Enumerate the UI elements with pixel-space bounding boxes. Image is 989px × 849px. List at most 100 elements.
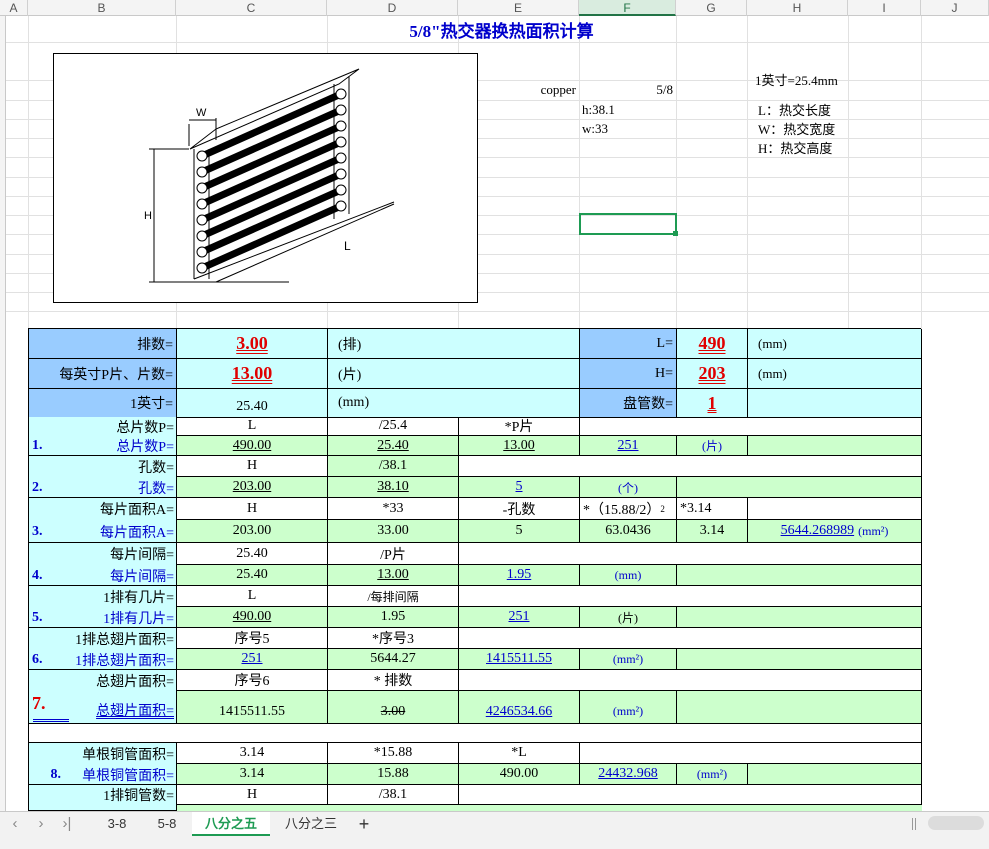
step4-formula-label[interactable]: 每片间隔= <box>29 543 177 565</box>
step5-result[interactable]: 251 <box>459 607 580 628</box>
step2-unit[interactable]: (个) <box>580 477 677 498</box>
coil-blank[interactable] <box>748 389 922 418</box>
step3-f1[interactable]: *（15.88/2） 2 <box>580 498 677 520</box>
step6-e1[interactable] <box>459 628 922 649</box>
step8-formula-label[interactable]: 单根铜管面积= <box>29 743 177 764</box>
step8-blank[interactable] <box>748 764 922 785</box>
step2-formula-label[interactable]: 孔数= <box>29 456 177 477</box>
step7-result[interactable]: 4246534.66 <box>459 691 580 724</box>
step7-d1[interactable]: * 排数 <box>328 670 459 691</box>
inch-unit[interactable]: (mm) <box>328 389 580 418</box>
step9-e1[interactable] <box>459 785 922 805</box>
rows-unit[interactable]: (排) <box>328 329 580 359</box>
L-unit[interactable]: (mm) <box>748 329 922 359</box>
step1-d1[interactable]: /25.4 <box>328 417 459 436</box>
step1-c1[interactable]: L <box>177 417 328 436</box>
col-header-c[interactable]: C <box>176 0 327 16</box>
step7-e1[interactable] <box>459 670 922 691</box>
inch-value[interactable]: 25.40 <box>177 389 328 418</box>
step7-c2[interactable]: 1415511.55 <box>177 691 328 724</box>
step5-formula-label[interactable]: 1排有几片= <box>29 586 177 607</box>
info-w-desc[interactable]: W：热交宽度 <box>755 119 855 138</box>
step8-e1[interactable]: *L <box>459 743 580 764</box>
step2-blank[interactable] <box>677 477 922 498</box>
step1-e1[interactable]: *P片 <box>459 417 580 436</box>
step4-e1[interactable] <box>459 543 922 565</box>
step3-c1[interactable]: H <box>177 498 328 520</box>
info-inch[interactable]: 1英寸=25.4mm <box>752 68 862 90</box>
info-copper[interactable]: copper <box>458 80 579 100</box>
step3-h1[interactable] <box>748 498 922 520</box>
tab-ba-fen-zhi-san[interactable]: 八分之三 <box>270 812 352 836</box>
step1-formula-label[interactable]: 总片数P= <box>29 417 177 436</box>
step7-c1[interactable]: 序号6 <box>177 670 328 691</box>
last-sheet-icon[interactable]: ›| <box>56 812 78 836</box>
next-sheet-icon[interactable]: › <box>30 812 52 836</box>
step3-f2[interactable]: 63.0436 <box>580 520 677 543</box>
step3-g2[interactable]: 3.14 <box>677 520 748 543</box>
coil-label[interactable]: 盘管数= <box>580 389 677 418</box>
step7-result-label[interactable]: 总翅片面积= <box>69 699 177 721</box>
col-header-e[interactable]: E <box>458 0 579 16</box>
step7-blank[interactable] <box>677 691 922 724</box>
step5-result-label[interactable]: 1排有几片= <box>69 607 177 628</box>
step6-formula-label[interactable]: 1排总翅片面积= <box>29 628 177 649</box>
sheet-title[interactable]: 5/8"热交器换热面积计算 <box>327 16 676 42</box>
step1-e2[interactable]: 13.00 <box>459 436 580 456</box>
step8-c1[interactable]: 3.14 <box>177 743 328 764</box>
tab-ba-fen-zhi-wu[interactable]: 八分之五 <box>192 812 270 836</box>
step5-d2[interactable]: 1.95 <box>328 607 459 628</box>
tab-3-8[interactable]: 3-8 <box>92 812 142 836</box>
step2-c1[interactable]: H <box>177 456 328 477</box>
first-sheet-icon[interactable]: ‹ <box>4 812 26 836</box>
step8-result-label[interactable]: 单根铜管面积= <box>61 764 177 785</box>
split-handle-icon[interactable] <box>912 818 916 830</box>
step1-result-label[interactable]: 总片数P= <box>69 436 177 456</box>
step5-blank[interactable] <box>677 607 922 628</box>
step4-blank[interactable] <box>677 565 922 586</box>
step4-c1[interactable]: 25.40 <box>177 543 328 565</box>
step5-d1[interactable]: /每排间隔 <box>328 586 459 607</box>
step8-e2[interactable]: 490.00 <box>459 764 580 785</box>
step1-blank[interactable] <box>748 436 922 456</box>
step6-d1[interactable]: *序号3 <box>328 628 459 649</box>
info-l-desc[interactable]: L：热交长度 <box>755 100 855 119</box>
rows-label[interactable]: 排数= <box>29 329 177 359</box>
step1-result[interactable]: 251 <box>580 436 677 456</box>
step6-result[interactable]: 1415511.55 <box>459 649 580 670</box>
step3-c2[interactable]: 203.00 <box>177 520 328 543</box>
step8-f1[interactable] <box>580 743 922 764</box>
step3-formula-label[interactable]: 每片面积A= <box>29 498 177 520</box>
step1-f1[interactable] <box>580 417 922 436</box>
col-header-a[interactable]: A <box>0 0 28 16</box>
spacer-row[interactable] <box>29 724 922 743</box>
step6-blank[interactable] <box>677 649 922 670</box>
step9-c1[interactable]: H <box>177 785 328 805</box>
step5-c2[interactable]: 490.00 <box>177 607 328 628</box>
step1-d2[interactable]: 25.40 <box>328 436 459 456</box>
step3-g1[interactable]: *3.14 <box>677 498 748 520</box>
step5-c1[interactable]: L <box>177 586 328 607</box>
info-copper-value[interactable]: 5/8 <box>579 80 676 100</box>
step5-unit[interactable]: (片) <box>580 607 677 628</box>
L-label[interactable]: L= <box>580 329 677 359</box>
step1-c2[interactable]: 490.00 <box>177 436 328 456</box>
H-label[interactable]: H= <box>580 359 677 389</box>
step2-e1[interactable] <box>459 456 922 477</box>
step2-result-label[interactable]: 孔数= <box>69 477 177 498</box>
step2-result[interactable]: 5 <box>459 477 580 498</box>
col-header-h[interactable]: H <box>747 0 848 16</box>
step9-formula-label[interactable]: 1排铜管数= <box>29 785 177 805</box>
col-header-b[interactable]: B <box>28 0 176 16</box>
step3-d1[interactable]: *33 <box>328 498 459 520</box>
step9-d1[interactable]: /38.1 <box>328 785 459 805</box>
col-header-f[interactable]: F <box>579 0 676 16</box>
step3-result-cell[interactable]: 5644.268989 (mm²) <box>748 520 922 543</box>
step8-c2[interactable]: 3.14 <box>177 764 328 785</box>
step8-unit[interactable]: (mm²) <box>677 764 748 785</box>
fpi-unit[interactable]: (片) <box>328 359 580 389</box>
H-unit[interactable]: (mm) <box>748 359 922 389</box>
step7-d2[interactable]: 3.00 <box>328 691 459 724</box>
step4-d1[interactable]: /P片 <box>328 543 459 565</box>
col-header-i[interactable]: I <box>848 0 921 16</box>
